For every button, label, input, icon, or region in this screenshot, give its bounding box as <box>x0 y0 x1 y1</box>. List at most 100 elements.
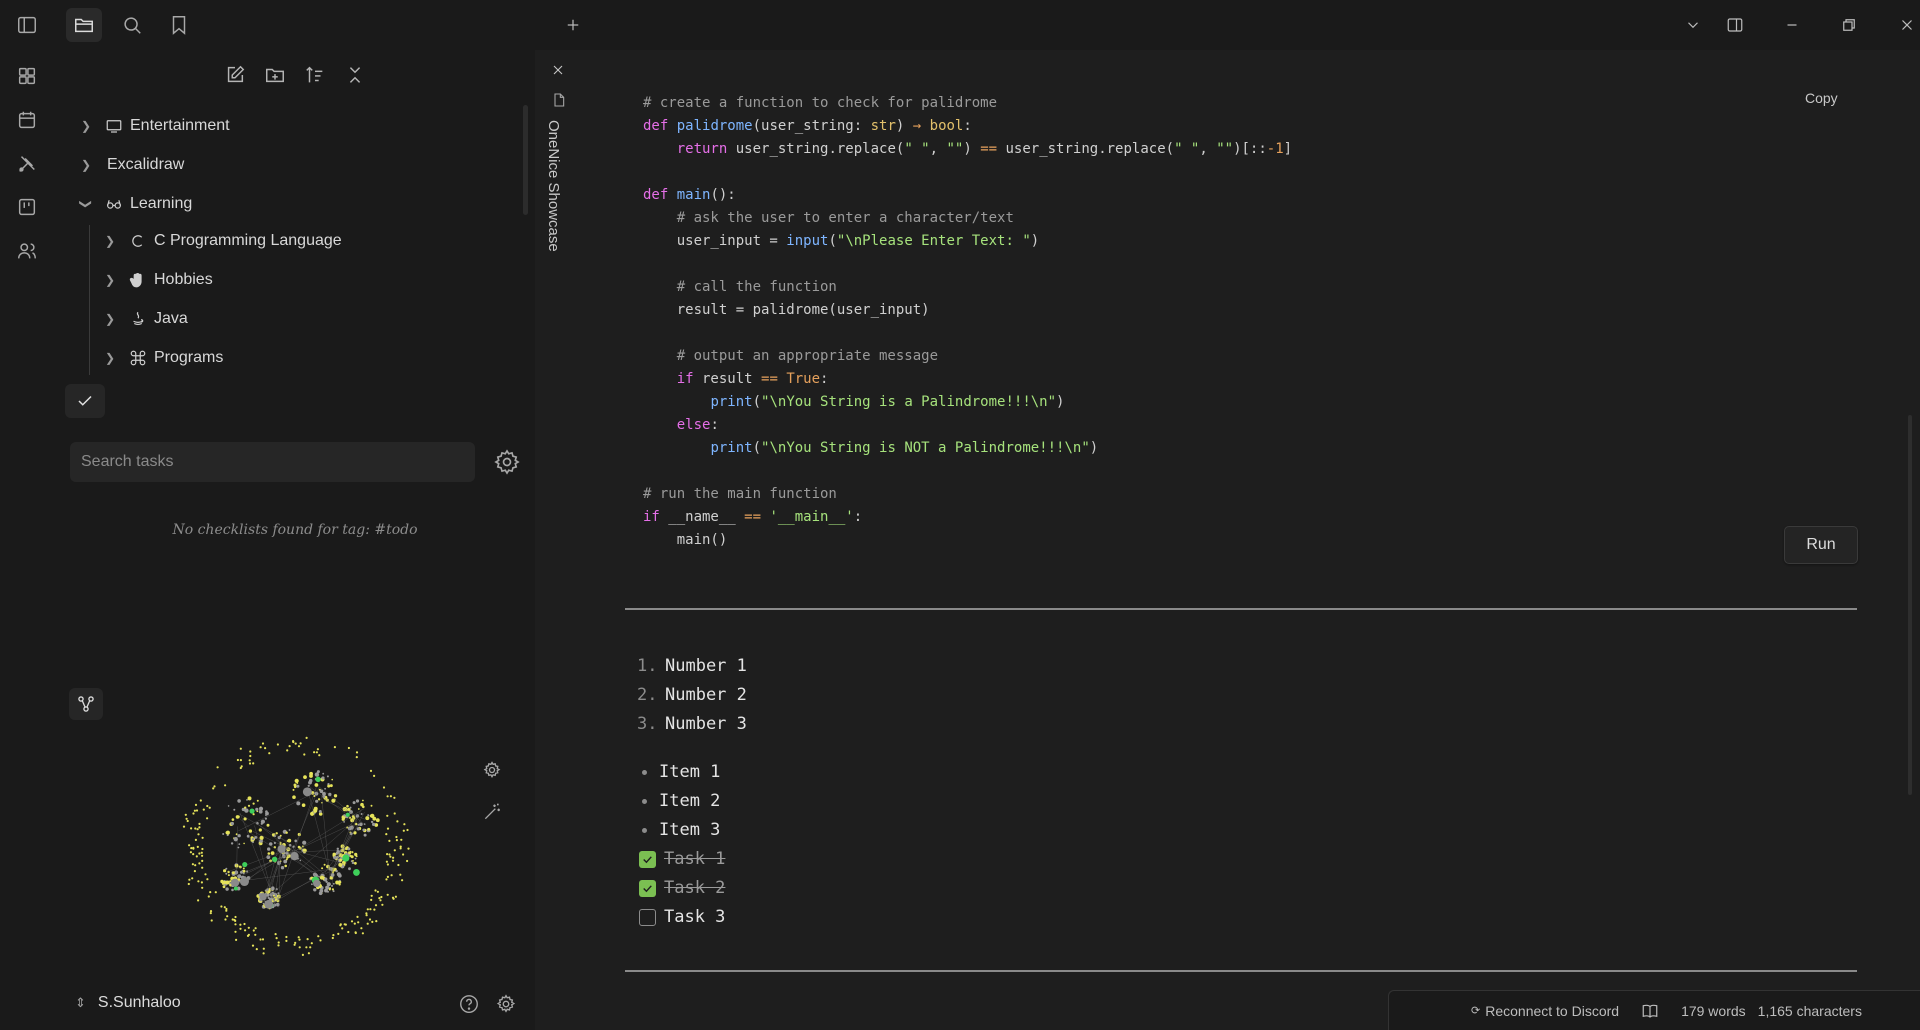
checkmark-icon <box>78 395 92 406</box>
task-text: Task 3 <box>664 907 726 927</box>
hand-icon <box>127 271 149 289</box>
java-icon <box>127 310 149 328</box>
checklist-tab-button[interactable] <box>65 384 105 418</box>
code-block: # create a function to check for palidro… <box>643 95 1293 548</box>
task-text: Task 2 <box>664 878 726 898</box>
search-icon[interactable] <box>114 8 150 42</box>
restore-icon[interactable] <box>1832 10 1866 40</box>
excalidraw-icon[interactable] <box>13 150 41 178</box>
task-item: Task 3 <box>639 904 725 930</box>
canvas-icon[interactable] <box>13 62 41 90</box>
new-tab-icon[interactable] <box>556 10 590 40</box>
bullet <box>642 827 647 833</box>
kanban-icon[interactable] <box>13 193 41 221</box>
sync-icon: ⟳ <box>1471 1005 1481 1017</box>
sidebar-toggle-icon[interactable] <box>13 11 41 39</box>
task-text: Task 1 <box>664 849 726 869</box>
files-tab-icon[interactable] <box>66 8 102 42</box>
document-icon <box>551 92 567 113</box>
reading-mode-icon[interactable] <box>1641 1002 1659 1020</box>
search-tasks-input[interactable] <box>70 442 475 482</box>
minimize-icon[interactable] <box>1775 10 1809 40</box>
copy-code-button[interactable]: Copy <box>1805 90 1838 106</box>
horizontal-rule <box>625 608 1857 610</box>
sort-icon[interactable] <box>300 60 330 90</box>
ribbon <box>0 0 55 1030</box>
tree-indent-guide <box>89 225 90 375</box>
tree-item-excalidraw[interactable]: ❯ Excalidraw <box>79 149 184 181</box>
close-tab-icon[interactable] <box>550 62 566 83</box>
task-checkbox[interactable] <box>639 908 656 926</box>
chevron-right-icon: ❯ <box>104 234 116 248</box>
discord-label: Reconnect to Discord <box>1485 1002 1620 1019</box>
settings-gear-icon[interactable] <box>492 990 520 1018</box>
list-number: 3. <box>637 714 658 734</box>
tree-item-programs[interactable]: ❯ Programs <box>103 342 223 374</box>
list-text: Number 2 <box>665 685 747 705</box>
new-note-icon[interactable] <box>220 60 250 90</box>
tree-item-c-programming-language[interactable]: ❯ C Programming Language <box>103 225 342 257</box>
magic-wand-icon[interactable] <box>478 798 506 826</box>
collapse-all-icon[interactable] <box>340 60 370 90</box>
chevron-right-icon: ❯ <box>80 158 92 172</box>
bookmark-icon[interactable] <box>161 8 197 42</box>
list-item: Item 1 <box>632 759 720 785</box>
sidebar-scrollbar[interactable] <box>523 105 528 215</box>
list-text: Number 1 <box>665 656 747 676</box>
sidebar-tab-bar <box>55 0 535 50</box>
list-item: 2. Number 2 <box>637 682 747 708</box>
file-sidebar: ❯ Entertainment ❯ Excalidraw ❯ Learning … <box>55 0 535 1030</box>
status-bar: ⟳ Reconnect to Discord 179 words 1,165 c… <box>1388 990 1920 1030</box>
vault-switcher[interactable]: ⇕ S.Sunhaloo <box>75 988 181 1018</box>
task-checkbox[interactable] <box>639 850 656 868</box>
tree-item-label: Java <box>154 310 188 327</box>
task-item: Task 1 <box>639 846 725 872</box>
tree-item-label: Learning <box>130 195 193 212</box>
list-item: Item 3 <box>632 817 720 843</box>
word-count: 179 words <box>1681 1002 1746 1019</box>
calendar-icon[interactable] <box>13 106 41 134</box>
chevron-down-icon: ❯ <box>79 198 93 210</box>
list-number: 1. <box>637 656 658 676</box>
people-icon[interactable] <box>13 237 41 265</box>
editor-scrollbar[interactable] <box>1908 415 1912 795</box>
stacked-tab-title: OneNice Showcase <box>545 120 562 252</box>
list-text: Item 3 <box>659 820 721 840</box>
gear-icon[interactable] <box>491 446 523 478</box>
tree-item-hobbies[interactable]: ❯ Hobbies <box>103 264 213 296</box>
vault-name: S.Sunhaloo <box>97 994 181 1011</box>
chevron-right-icon: ❯ <box>80 119 92 133</box>
discord-status[interactable]: ⟳ Reconnect to Discord <box>1471 1003 1619 1019</box>
empty-checklist-message: No checklists found for tag: #todo <box>172 522 418 538</box>
new-folder-icon[interactable] <box>260 60 290 90</box>
tree-item-label: C Programming Language <box>154 232 342 249</box>
local-graph[interactable] <box>175 728 415 968</box>
list-item: Item 2 <box>632 788 720 814</box>
graph-settings-icon[interactable] <box>478 756 506 784</box>
tree-item-label: Excalidraw <box>107 156 185 173</box>
help-icon[interactable] <box>455 990 483 1018</box>
tree-item-learning[interactable]: ❯ Learning <box>79 188 192 220</box>
right-sidebar-toggle-icon[interactable] <box>1718 10 1752 40</box>
list-item: 1. Number 1 <box>637 653 747 679</box>
tree-item-entertainment[interactable]: ❯ Entertainment <box>79 110 230 142</box>
command-icon <box>127 349 149 367</box>
stacked-tab-header[interactable]: OneNice Showcase <box>535 50 585 1030</box>
monitor-icon <box>103 117 125 135</box>
editor-area: OneNice Showcase # create a function to … <box>535 0 1920 1030</box>
bullet <box>642 769 647 775</box>
horizontal-rule <box>625 970 1857 972</box>
chevron-updown-icon: ⇕ <box>75 995 86 1010</box>
tab-list-chevron-icon[interactable] <box>1676 10 1710 40</box>
list-text: Item 1 <box>659 762 721 782</box>
tree-item-java[interactable]: ❯ Java <box>103 303 188 335</box>
glasses-icon <box>103 195 125 213</box>
graph-view-icon[interactable] <box>69 688 103 720</box>
chevron-right-icon: ❯ <box>104 273 116 287</box>
list-text: Item 2 <box>659 791 721 811</box>
task-checkbox[interactable] <box>639 879 656 897</box>
run-code-button[interactable]: Run <box>1784 526 1858 564</box>
close-window-icon[interactable] <box>1890 10 1920 40</box>
c-language-icon <box>127 232 149 250</box>
character-count: 1,165 characters <box>1757 1002 1862 1019</box>
